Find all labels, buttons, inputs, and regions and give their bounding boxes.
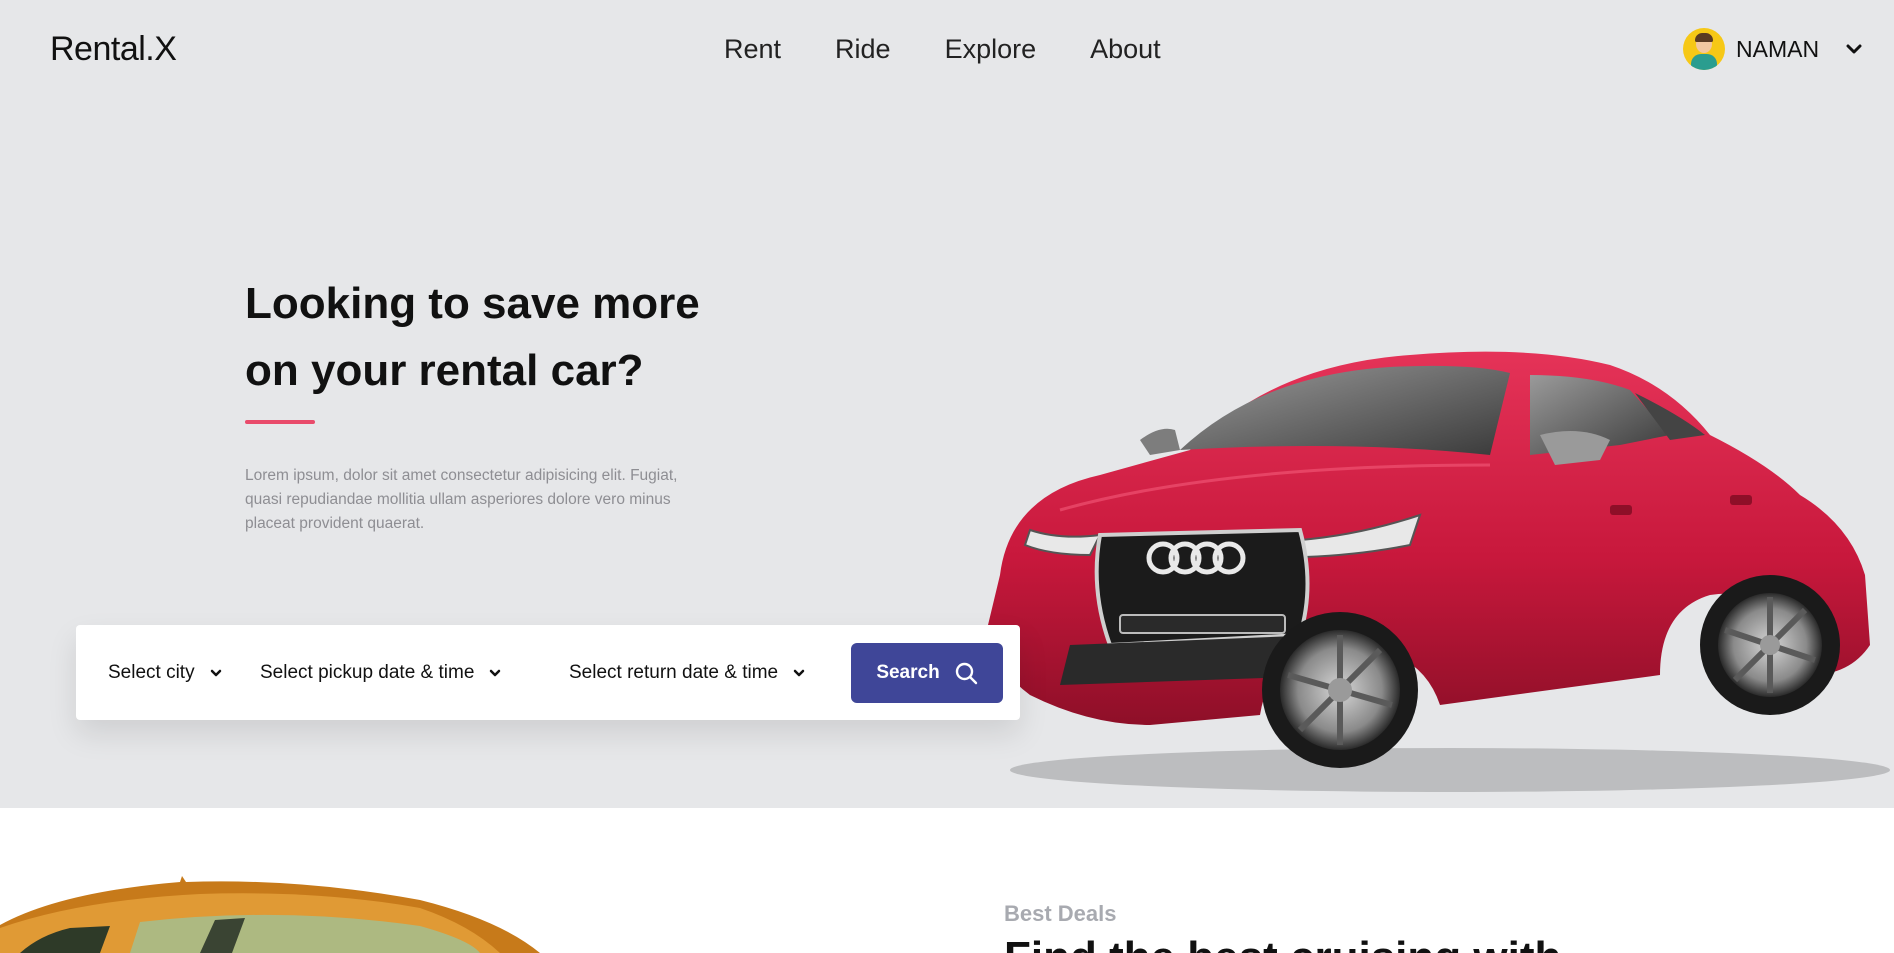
orange-car-image [0, 876, 540, 953]
nav-item-about[interactable]: About [1090, 34, 1161, 65]
hero-section: Rental.X Rent Ride Explore About NAMAN L… [0, 0, 1894, 808]
headline-accent-bar [245, 420, 315, 424]
search-button-label: Search [876, 662, 940, 683]
pickup-select-label: Select pickup date & time [260, 661, 475, 683]
chevron-down-icon [210, 669, 221, 676]
deals-eyebrow: Best Deals [1004, 901, 1117, 926]
chevron-down-icon [793, 669, 805, 676]
search-button[interactable]: Search [851, 643, 1003, 703]
chevron-down-icon[interactable] [1845, 40, 1863, 58]
user-menu[interactable]: NAMAN [1683, 28, 1863, 70]
hero-headline: Looking to save more on your rental car? [245, 279, 700, 395]
chevron-down-icon [490, 669, 501, 676]
pickup-datetime-select[interactable]: Select pickup date & time [260, 625, 502, 720]
nav-item-rent[interactable]: Rent [724, 34, 781, 65]
user-name[interactable]: NAMAN [1736, 36, 1819, 63]
nav-item-ride[interactable]: Ride [835, 34, 891, 65]
brand-logo[interactable]: Rental.X [50, 30, 177, 69]
search-panel: Select city Select pickup date & time Se… [76, 625, 1020, 720]
search-icon [955, 662, 977, 685]
red-sports-car-image [988, 351, 1890, 792]
main-nav: Rent Ride Explore About [724, 34, 1215, 65]
deals-heading: Find the best cruising with [1004, 933, 1561, 953]
city-select[interactable]: Select city [108, 625, 223, 720]
nav-item-explore[interactable]: Explore [945, 34, 1037, 65]
return-datetime-select[interactable]: Select return date & time [569, 625, 806, 720]
return-select-label: Select return date & time [569, 661, 779, 683]
user-avatar-icon[interactable] [1683, 28, 1725, 70]
city-select-label: Select city [108, 661, 195, 683]
hero-description: Lorem ipsum, dolor sit amet consectetur … [245, 467, 678, 532]
